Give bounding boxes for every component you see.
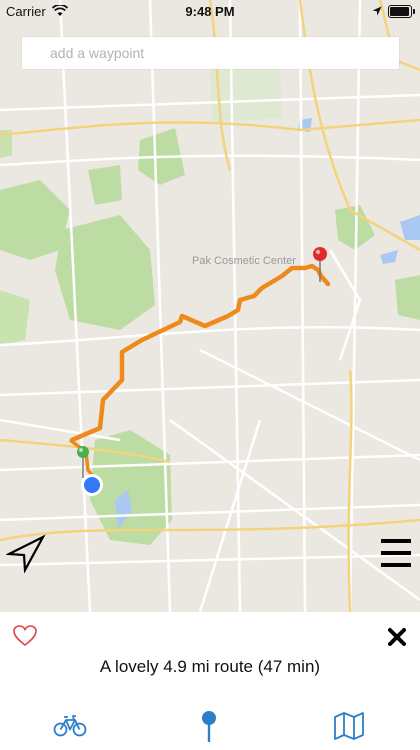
status-time: 9:48 PM [185, 3, 235, 19]
waypoint-search-input[interactable] [22, 37, 399, 69]
tab-bar [0, 710, 420, 744]
locate-me-button[interactable] [4, 533, 46, 574]
bicycle-icon [53, 715, 87, 737]
pin-icon [202, 711, 216, 743]
favorite-button[interactable] [12, 624, 38, 648]
close-icon [388, 628, 406, 646]
map-icon [334, 712, 364, 740]
heart-icon [13, 625, 37, 647]
tab-bike[interactable] [53, 714, 87, 738]
current-location-icon [81, 474, 103, 496]
tab-waypoints[interactable] [198, 710, 220, 743]
map-view[interactable]: Pak Cosmetic Center [0, 0, 420, 612]
route-summary: A lovely 4.9 mi route (47 min) [99, 657, 321, 676]
status-bar: Carrier 9:48 PM [0, 0, 420, 22]
close-route-button[interactable] [386, 626, 408, 648]
tab-map[interactable] [333, 711, 365, 741]
route-panel: A lovely 4.9 mi route (47 min) [0, 612, 420, 750]
hamburger-menu-button[interactable] [378, 535, 414, 571]
hamburger-menu-icon [381, 539, 411, 543]
map-place-label: Pak Cosmetic Center [192, 255, 296, 267]
battery-icon [388, 4, 415, 18]
location-arrow-icon [4, 534, 46, 574]
